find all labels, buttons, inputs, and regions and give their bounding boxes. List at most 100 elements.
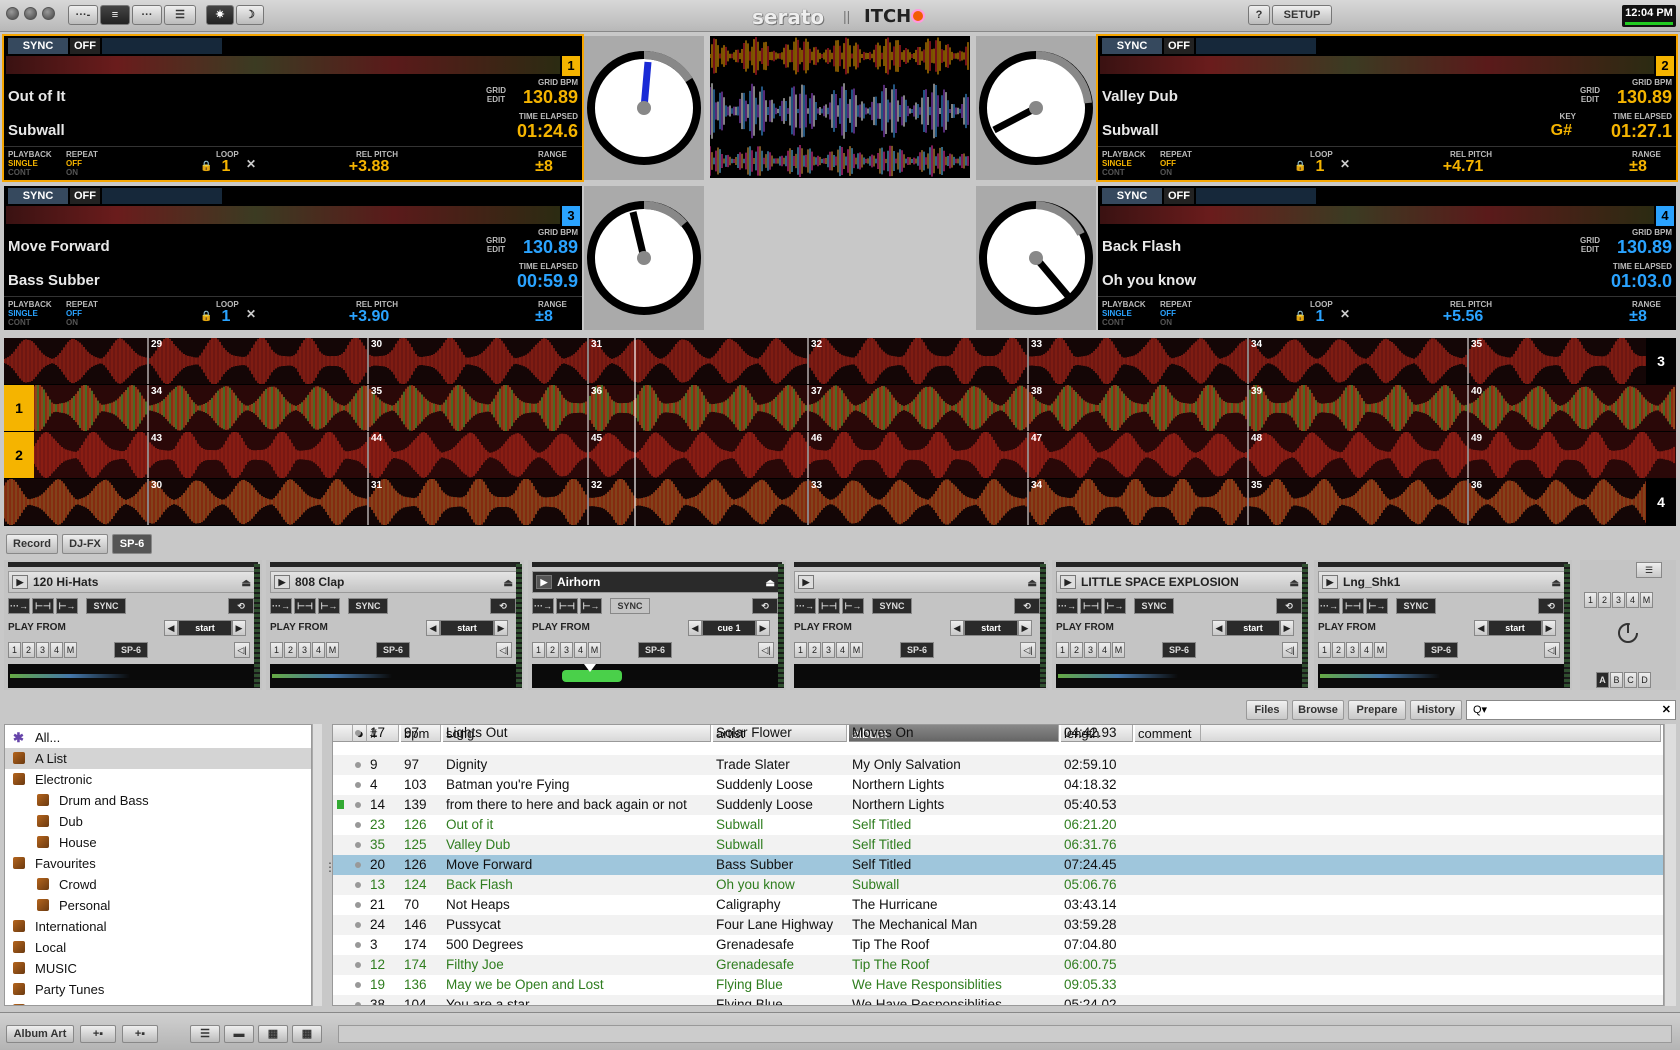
waveform-row-deck-4[interactable]: 30 31 32 33 34 35 36 4: [4, 479, 1676, 525]
loop-value[interactable]: 1: [216, 158, 236, 176]
sp6-output-button[interactable]: SP-6: [114, 642, 148, 658]
search-input[interactable]: Q▾ ✕: [1466, 700, 1676, 720]
output-M-button[interactable]: M: [326, 642, 339, 658]
platter-deck-3[interactable]: [584, 198, 704, 318]
view-simple-icon[interactable]: ▬: [224, 1025, 254, 1043]
zoom-window-icon[interactable]: [42, 7, 55, 20]
crate-item[interactable]: A List: [5, 748, 311, 769]
track-overview[interactable]: [1100, 206, 1654, 224]
output-2-button[interactable]: 2: [808, 642, 821, 658]
output-3-button[interactable]: 3: [36, 642, 49, 658]
table-row[interactable]: 24 146 Pussycat Four Lane Highway The Mechan…: [333, 915, 1663, 935]
mode-on-off-icon[interactable]: ⊢→: [56, 598, 78, 614]
crate-item[interactable]: Drum and Bass: [5, 790, 311, 811]
output-4-button[interactable]: 4: [50, 642, 63, 658]
crate-item[interactable]: Radio Sh...: [5, 1000, 311, 1005]
close-window-icon[interactable]: [6, 7, 19, 20]
next-cue-icon[interactable]: ▶: [1280, 620, 1294, 636]
sample-name[interactable]: ▶ 120 Hi-Hats ⏏: [8, 571, 258, 593]
repeat-icon[interactable]: ⟲: [752, 598, 778, 614]
platter-deck-2[interactable]: [976, 48, 1096, 168]
playback-single[interactable]: SINGLE: [8, 159, 38, 168]
repeat-on[interactable]: ON: [66, 168, 78, 177]
playback-cont[interactable]: CONT: [1102, 318, 1125, 327]
sample-waveform[interactable]: [1056, 664, 1306, 688]
crate-item[interactable]: Crowd: [5, 874, 311, 895]
layout-extended-icon[interactable]: ···: [132, 5, 162, 25]
history-button[interactable]: History: [1410, 700, 1462, 720]
sample-waveform[interactable]: [270, 664, 520, 688]
sample-waveform[interactable]: [1318, 664, 1568, 688]
next-cue-icon[interactable]: ▶: [756, 620, 770, 636]
prev-cue-icon[interactable]: ◀: [426, 620, 440, 636]
mode-trigger-icon[interactable]: ···→: [1056, 598, 1078, 614]
slot-volume-icon[interactable]: ◁|: [234, 642, 250, 658]
output-2-button[interactable]: 2: [22, 642, 35, 658]
output-M-button[interactable]: M: [850, 642, 863, 658]
playback-single[interactable]: SINGLE: [1102, 159, 1132, 168]
mode-hold-icon[interactable]: ⊢⊣: [1342, 598, 1364, 614]
play-from-value[interactable]: start: [1226, 620, 1280, 636]
sample-sync-button[interactable]: SYNC: [348, 598, 388, 614]
eject-icon[interactable]: ⏏: [1290, 574, 1299, 594]
crate-item[interactable]: International: [5, 916, 311, 937]
eject-icon[interactable]: ⏏: [766, 574, 775, 594]
output-2-button[interactable]: 2: [1332, 642, 1345, 658]
crates-scrollbar[interactable]: [312, 724, 322, 1006]
output-3-button[interactable]: 3: [822, 642, 835, 658]
mode-hold-icon[interactable]: ⊢⊣: [1080, 598, 1102, 614]
playback-single[interactable]: SINGLE: [1102, 309, 1132, 318]
play-from-value[interactable]: cue 1: [702, 620, 756, 636]
table-row[interactable]: 13 124 Back Flash Oh you know Subwall 05:06.7…: [333, 875, 1663, 895]
mode-on-off-icon[interactable]: ⊢→: [1366, 598, 1388, 614]
loop-clear-icon[interactable]: ✕: [1340, 308, 1350, 320]
table-row[interactable]: 19 136 May we be Open and Lost Flying Blue W…: [333, 975, 1663, 995]
platter-deck-1[interactable]: [584, 48, 704, 168]
master-output-M-button[interactable]: M: [1640, 592, 1653, 608]
slot-volume-icon[interactable]: ◁|: [1282, 642, 1298, 658]
output-M-button[interactable]: M: [1112, 642, 1125, 658]
range-value[interactable]: ±8: [1606, 158, 1670, 176]
tracks-scrollbar[interactable]: [1664, 724, 1676, 1006]
master-output-3-button[interactable]: 3: [1612, 592, 1625, 608]
sp6-output-button[interactable]: SP-6: [638, 642, 672, 658]
output-3-button[interactable]: 3: [1084, 642, 1097, 658]
output-3-button[interactable]: 3: [1346, 642, 1359, 658]
crate-item[interactable]: MUSIC: [5, 958, 311, 979]
output-1-button[interactable]: 1: [270, 642, 283, 658]
sync-button[interactable]: SYNC: [1102, 188, 1162, 204]
repeat-icon[interactable]: ⟲: [228, 598, 254, 614]
play-sample-icon[interactable]: ▶: [1322, 575, 1338, 589]
repeat-icon[interactable]: ⟲: [1014, 598, 1040, 614]
play-sample-icon[interactable]: ▶: [1060, 575, 1076, 589]
mode-on-off-icon[interactable]: ⊢→: [318, 598, 340, 614]
sample-sync-button[interactable]: SYNC: [86, 598, 126, 614]
layout-2deck-icon[interactable]: ···-: [68, 5, 98, 25]
playback-cont[interactable]: CONT: [1102, 168, 1125, 177]
eject-icon[interactable]: ⏏: [1028, 574, 1037, 594]
repeat-on[interactable]: ON: [66, 318, 78, 327]
output-1-button[interactable]: 1: [794, 642, 807, 658]
album-art-button[interactable]: Album Art: [6, 1025, 74, 1043]
output-1-button[interactable]: 1: [532, 642, 545, 658]
sync-off-button[interactable]: OFF: [70, 38, 100, 54]
play-from-value[interactable]: start: [440, 620, 494, 636]
waveform-row-deck-3[interactable]: 29 30 31 32 33 34 35 3: [4, 338, 1676, 384]
waveform-row-deck-2[interactable]: 43 44 45 46 47 48 49 2: [4, 432, 1676, 478]
table-row[interactable]: 17 97 Lights Out Solar Flower Moves On 04:42.…: [333, 725, 1663, 743]
output-4-button[interactable]: 4: [1098, 642, 1111, 658]
repeat-off[interactable]: OFF: [66, 159, 82, 168]
sample-name[interactable]: ▶ LITTLE SPACE EXPLOSION ⏏: [1056, 571, 1306, 593]
master-output-4-button[interactable]: 4: [1626, 592, 1639, 608]
table-row[interactable]: 23 126 Out of it Subwall Self Titled 06:21.20: [333, 815, 1663, 835]
eject-icon[interactable]: ⏏: [242, 574, 251, 594]
repeat-off[interactable]: OFF: [1160, 309, 1176, 318]
sync-button[interactable]: SYNC: [8, 188, 68, 204]
browse-button[interactable]: Browse: [1292, 700, 1344, 720]
next-cue-icon[interactable]: ▶: [1542, 620, 1556, 636]
prepare-button[interactable]: Prepare: [1348, 700, 1406, 720]
platter-deck-4[interactable]: [976, 198, 1096, 318]
clear-search-icon[interactable]: ✕: [1662, 701, 1671, 719]
track-overview[interactable]: [6, 56, 560, 74]
layout-stack-icon[interactable]: ≡: [100, 5, 130, 25]
